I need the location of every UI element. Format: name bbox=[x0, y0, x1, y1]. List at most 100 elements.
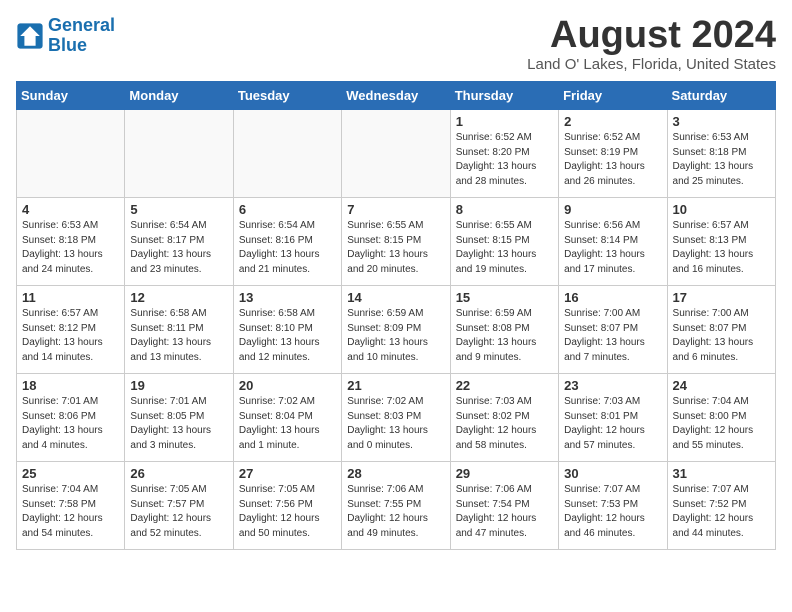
calendar-cell: 11 Sunrise: 6:57 AM Sunset: 8:12 PM Dayli… bbox=[17, 286, 125, 374]
day-number: 4 bbox=[22, 202, 119, 217]
calendar-cell: 1 Sunrise: 6:52 AM Sunset: 8:20 PM Daylig… bbox=[450, 110, 558, 198]
day-number: 10 bbox=[673, 202, 770, 217]
logo-line2: Blue bbox=[48, 35, 87, 55]
calendar-cell bbox=[125, 110, 233, 198]
day-info: Sunrise: 6:59 AM Sunset: 8:08 PM Dayligh… bbox=[456, 307, 553, 365]
day-info: Sunrise: 6:54 AM Sunset: 8:16 PM Dayligh… bbox=[239, 219, 336, 277]
day-number: 5 bbox=[130, 202, 227, 217]
day-info: Sunrise: 7:07 AM Sunset: 7:52 PM Dayligh… bbox=[673, 483, 770, 541]
logo-text: General Blue bbox=[48, 16, 115, 56]
day-number: 26 bbox=[130, 466, 227, 481]
weekday-header-sunday: Sunday bbox=[17, 82, 125, 110]
calendar-cell: 26 Sunrise: 7:05 AM Sunset: 7:57 PM Dayli… bbox=[125, 462, 233, 550]
day-info: Sunrise: 6:55 AM Sunset: 8:15 PM Dayligh… bbox=[347, 219, 444, 277]
day-info: Sunrise: 6:57 AM Sunset: 8:12 PM Dayligh… bbox=[22, 307, 119, 365]
title-block: August 2024 Land O' Lakes, Florida, Unit… bbox=[527, 16, 776, 73]
weekday-header-thursday: Thursday bbox=[450, 82, 558, 110]
day-number: 11 bbox=[22, 290, 119, 305]
calendar-cell: 28 Sunrise: 7:06 AM Sunset: 7:55 PM Dayli… bbox=[342, 462, 450, 550]
day-number: 7 bbox=[347, 202, 444, 217]
calendar-week-4: 18Sunrise: 7:01 AM Sunset: 8:06 PM Dayli… bbox=[17, 374, 776, 462]
day-info: Sunrise: 7:01 AM Sunset: 8:05 PM Dayligh… bbox=[130, 395, 227, 453]
day-info: Sunrise: 6:55 AM Sunset: 8:15 PM Dayligh… bbox=[456, 219, 553, 277]
weekday-header-friday: Friday bbox=[559, 82, 667, 110]
day-info: Sunrise: 6:54 AM Sunset: 8:17 PM Dayligh… bbox=[130, 219, 227, 277]
day-number: 25 bbox=[22, 466, 119, 481]
calendar-cell: 4 Sunrise: 6:53 AM Sunset: 8:18 PM Daylig… bbox=[17, 198, 125, 286]
day-info: Sunrise: 6:58 AM Sunset: 8:10 PM Dayligh… bbox=[239, 307, 336, 365]
day-number: 13 bbox=[239, 290, 336, 305]
calendar-cell: 16Sunrise: 7:00 AM Sunset: 8:07 PM Dayli… bbox=[559, 286, 667, 374]
day-info: Sunrise: 7:05 AM Sunset: 7:57 PM Dayligh… bbox=[130, 483, 227, 541]
location: Land O' Lakes, Florida, United States bbox=[527, 56, 776, 73]
day-info: Sunrise: 6:59 AM Sunset: 8:09 PM Dayligh… bbox=[347, 307, 444, 365]
day-number: 21 bbox=[347, 378, 444, 393]
day-info: Sunrise: 7:00 AM Sunset: 8:07 PM Dayligh… bbox=[673, 307, 770, 365]
day-number: 2 bbox=[564, 114, 661, 129]
calendar-cell bbox=[342, 110, 450, 198]
page-header: General Blue August 2024 Land O' Lakes, … bbox=[16, 16, 776, 73]
calendar-cell: 27 Sunrise: 7:05 AM Sunset: 7:56 PM Dayli… bbox=[233, 462, 341, 550]
day-number: 6 bbox=[239, 202, 336, 217]
weekday-header-wednesday: Wednesday bbox=[342, 82, 450, 110]
weekday-header-saturday: Saturday bbox=[667, 82, 775, 110]
calendar-week-1: 1 Sunrise: 6:52 AM Sunset: 8:20 PM Daylig… bbox=[17, 110, 776, 198]
day-number: 28 bbox=[347, 466, 444, 481]
calendar-cell: 17 Sunrise: 7:00 AM Sunset: 8:07 PM Dayli… bbox=[667, 286, 775, 374]
day-info: Sunrise: 6:58 AM Sunset: 8:11 PM Dayligh… bbox=[130, 307, 227, 365]
calendar-cell: 12 Sunrise: 6:58 AM Sunset: 8:11 PM Dayli… bbox=[125, 286, 233, 374]
day-info: Sunrise: 7:03 AM Sunset: 8:01 PM Dayligh… bbox=[564, 395, 661, 453]
day-info: Sunrise: 6:57 AM Sunset: 8:13 PM Dayligh… bbox=[673, 219, 770, 277]
calendar-cell: 3 Sunrise: 6:53 AM Sunset: 8:18 PM Daylig… bbox=[667, 110, 775, 198]
day-number: 17 bbox=[673, 290, 770, 305]
day-info: Sunrise: 6:53 AM Sunset: 8:18 PM Dayligh… bbox=[673, 131, 770, 189]
calendar-week-3: 11 Sunrise: 6:57 AM Sunset: 8:12 PM Dayli… bbox=[17, 286, 776, 374]
calendar-cell: 22Sunrise: 7:03 AM Sunset: 8:02 PM Dayli… bbox=[450, 374, 558, 462]
day-number: 12 bbox=[130, 290, 227, 305]
calendar-cell: 23 Sunrise: 7:03 AM Sunset: 8:01 PM Dayli… bbox=[559, 374, 667, 462]
day-info: Sunrise: 6:52 AM Sunset: 8:20 PM Dayligh… bbox=[456, 131, 553, 189]
day-info: Sunrise: 6:53 AM Sunset: 8:18 PM Dayligh… bbox=[22, 219, 119, 277]
calendar-cell bbox=[233, 110, 341, 198]
day-number: 19 bbox=[130, 378, 227, 393]
day-number: 15 bbox=[456, 290, 553, 305]
day-info: Sunrise: 7:07 AM Sunset: 7:53 PM Dayligh… bbox=[564, 483, 661, 541]
day-info: Sunrise: 7:01 AM Sunset: 8:06 PM Dayligh… bbox=[22, 395, 119, 453]
day-info: Sunrise: 7:06 AM Sunset: 7:54 PM Dayligh… bbox=[456, 483, 553, 541]
logo-line1: General bbox=[48, 15, 115, 35]
weekday-header-monday: Monday bbox=[125, 82, 233, 110]
day-number: 31 bbox=[673, 466, 770, 481]
day-number: 30 bbox=[564, 466, 661, 481]
calendar-week-5: 25Sunrise: 7:04 AM Sunset: 7:58 PM Dayli… bbox=[17, 462, 776, 550]
day-number: 27 bbox=[239, 466, 336, 481]
calendar-table: SundayMondayTuesdayWednesdayThursdayFrid… bbox=[16, 81, 776, 550]
day-number: 23 bbox=[564, 378, 661, 393]
calendar-cell: 25Sunrise: 7:04 AM Sunset: 7:58 PM Dayli… bbox=[17, 462, 125, 550]
day-number: 22 bbox=[456, 378, 553, 393]
day-number: 1 bbox=[456, 114, 553, 129]
day-info: Sunrise: 7:05 AM Sunset: 7:56 PM Dayligh… bbox=[239, 483, 336, 541]
calendar-cell: 15 Sunrise: 6:59 AM Sunset: 8:08 PM Dayli… bbox=[450, 286, 558, 374]
calendar-cell: 18Sunrise: 7:01 AM Sunset: 8:06 PM Dayli… bbox=[17, 374, 125, 462]
day-info: Sunrise: 7:02 AM Sunset: 8:04 PM Dayligh… bbox=[239, 395, 336, 453]
day-info: Sunrise: 7:04 AM Sunset: 8:00 PM Dayligh… bbox=[673, 395, 770, 453]
month-year: August 2024 bbox=[527, 16, 776, 54]
day-number: 16 bbox=[564, 290, 661, 305]
day-info: Sunrise: 6:52 AM Sunset: 8:19 PM Dayligh… bbox=[564, 131, 661, 189]
weekday-header-tuesday: Tuesday bbox=[233, 82, 341, 110]
calendar-cell: 24 Sunrise: 7:04 AM Sunset: 8:00 PM Dayli… bbox=[667, 374, 775, 462]
day-number: 24 bbox=[673, 378, 770, 393]
calendar-cell: 9Sunrise: 6:56 AM Sunset: 8:14 PM Daylig… bbox=[559, 198, 667, 286]
calendar-cell: 19 Sunrise: 7:01 AM Sunset: 8:05 PM Dayli… bbox=[125, 374, 233, 462]
calendar-cell: 29Sunrise: 7:06 AM Sunset: 7:54 PM Dayli… bbox=[450, 462, 558, 550]
calendar-cell: 2 Sunrise: 6:52 AM Sunset: 8:19 PM Daylig… bbox=[559, 110, 667, 198]
day-info: Sunrise: 7:06 AM Sunset: 7:55 PM Dayligh… bbox=[347, 483, 444, 541]
day-number: 20 bbox=[239, 378, 336, 393]
logo: General Blue bbox=[16, 16, 115, 56]
day-number: 3 bbox=[673, 114, 770, 129]
calendar-cell: 5 Sunrise: 6:54 AM Sunset: 8:17 PM Daylig… bbox=[125, 198, 233, 286]
logo-icon bbox=[16, 22, 44, 50]
calendar-cell: 30 Sunrise: 7:07 AM Sunset: 7:53 PM Dayli… bbox=[559, 462, 667, 550]
day-info: Sunrise: 6:56 AM Sunset: 8:14 PM Dayligh… bbox=[564, 219, 661, 277]
calendar-cell: 6 Sunrise: 6:54 AM Sunset: 8:16 PM Daylig… bbox=[233, 198, 341, 286]
